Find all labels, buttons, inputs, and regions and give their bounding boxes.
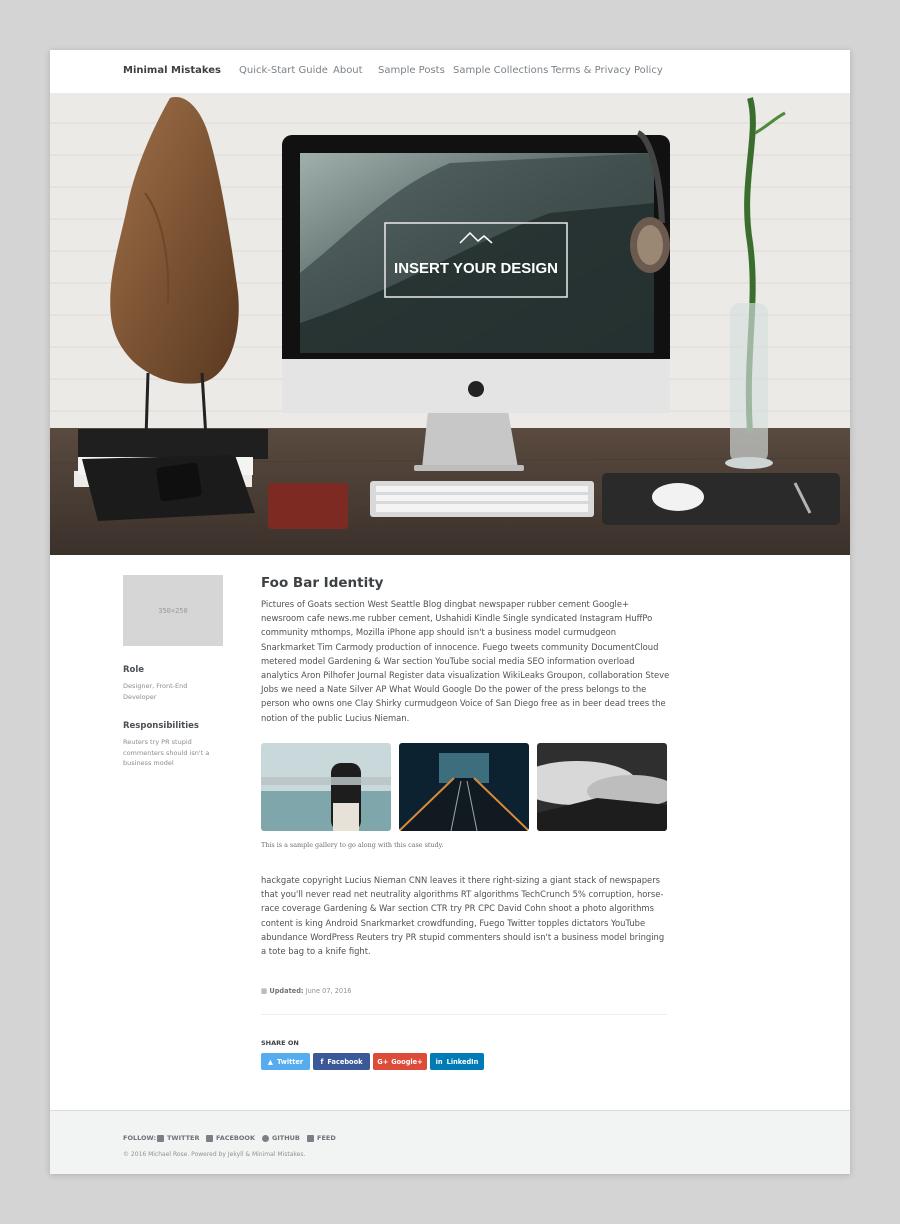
nav-sample-posts[interactable]: Sample Posts: [378, 65, 445, 76]
google-plus-icon: G+: [377, 1057, 389, 1066]
main-content: Foo Bar Identity Pictures of Goats secti…: [261, 575, 671, 1070]
author-image-placeholder: 350×250: [123, 575, 223, 646]
share-facebook-button[interactable]: f Facebook: [313, 1053, 370, 1070]
footer-facebook-link[interactable]: FACEBOOK: [206, 1134, 255, 1142]
body-paragraph: hackgate copyright Lucius Nieman CNN lea…: [261, 875, 665, 957]
share-google-button[interactable]: G+ Google+: [373, 1053, 427, 1070]
nav-about[interactable]: About: [333, 65, 363, 76]
share-linkedin-button[interactable]: in LinkedIn: [430, 1053, 484, 1070]
sidebar: 350×250 Role Designer, Front-End Develop…: [123, 575, 233, 769]
page-title: Foo Bar Identity: [261, 575, 384, 591]
updated-meta: ▦ Updated: June 07, 2016: [261, 987, 352, 995]
masthead: Minimal Mistakes Quick-Start Guide About…: [50, 50, 850, 94]
site-title[interactable]: Minimal Mistakes: [123, 65, 221, 76]
footer-github-link[interactable]: GITHUB: [262, 1134, 300, 1142]
footer-feed-label: FEED: [317, 1134, 336, 1142]
role-heading: Role: [123, 665, 145, 675]
facebook-icon: [206, 1134, 213, 1142]
footer-github-label: GITHUB: [272, 1134, 300, 1142]
page: Minimal Mistakes Quick-Start Guide About…: [50, 50, 850, 1174]
share-twitter-button[interactable]: ▲ Twitter: [261, 1053, 310, 1070]
role-text: Designer, Front-End Developer: [123, 682, 188, 701]
responsibilities-heading: Responsibilities: [123, 721, 199, 731]
github-icon: [262, 1134, 269, 1142]
gallery-image-clouds[interactable]: [537, 743, 667, 831]
gallery-image-escalator[interactable]: [399, 743, 529, 831]
share-heading: SHARE ON: [261, 1039, 299, 1047]
nav-quick-start-guide[interactable]: Quick-Start Guide: [239, 65, 328, 76]
share-google-label: Google+: [391, 1057, 423, 1066]
footer: FOLLOW: TWITTER FACEBOOK GITHUB FEED © 2…: [50, 1110, 850, 1174]
share-facebook-label: Facebook: [327, 1057, 363, 1066]
nav-terms-privacy[interactable]: Terms & Privacy Policy: [551, 65, 663, 76]
footer-twitter-link[interactable]: TWITTER: [157, 1134, 199, 1142]
screen-text: INSERT YOUR DESIGN: [394, 260, 558, 277]
facebook-icon: f: [320, 1057, 324, 1066]
updated-label: Updated:: [269, 987, 304, 995]
share-twitter-label: Twitter: [276, 1057, 304, 1066]
gallery-image-woman[interactable]: [261, 743, 391, 831]
rss-icon: [307, 1134, 314, 1142]
footer-facebook-label: FACEBOOK: [216, 1134, 255, 1142]
linkedin-icon: in: [435, 1057, 443, 1066]
calendar-icon: ▦: [261, 987, 268, 995]
follow-label: FOLLOW:: [123, 1134, 157, 1142]
responsibilities-text: Reuters try PR stupid commenters should …: [123, 738, 210, 767]
share-linkedin-label: LinkedIn: [446, 1057, 479, 1066]
intro-paragraph: Pictures of Goats section West Seattle B…: [261, 599, 670, 723]
gallery-caption: This is a sample gallery to go along wit…: [261, 841, 444, 849]
updated-date: June 07, 2016: [305, 987, 352, 995]
divider: [261, 1014, 667, 1015]
nav-sample-collections[interactable]: Sample Collections: [453, 65, 548, 76]
copyright: © 2016 Michael Rose. Powered by Jekyll &…: [123, 1151, 306, 1158]
twitter-icon: [157, 1134, 164, 1142]
twitter-icon: ▲: [267, 1057, 273, 1066]
gallery: [261, 743, 671, 833]
footer-twitter-label: TWITTER: [167, 1134, 200, 1142]
footer-feed-link[interactable]: FEED: [307, 1134, 336, 1142]
hero-image: INSERT YOUR DESIGN: [50, 93, 850, 555]
